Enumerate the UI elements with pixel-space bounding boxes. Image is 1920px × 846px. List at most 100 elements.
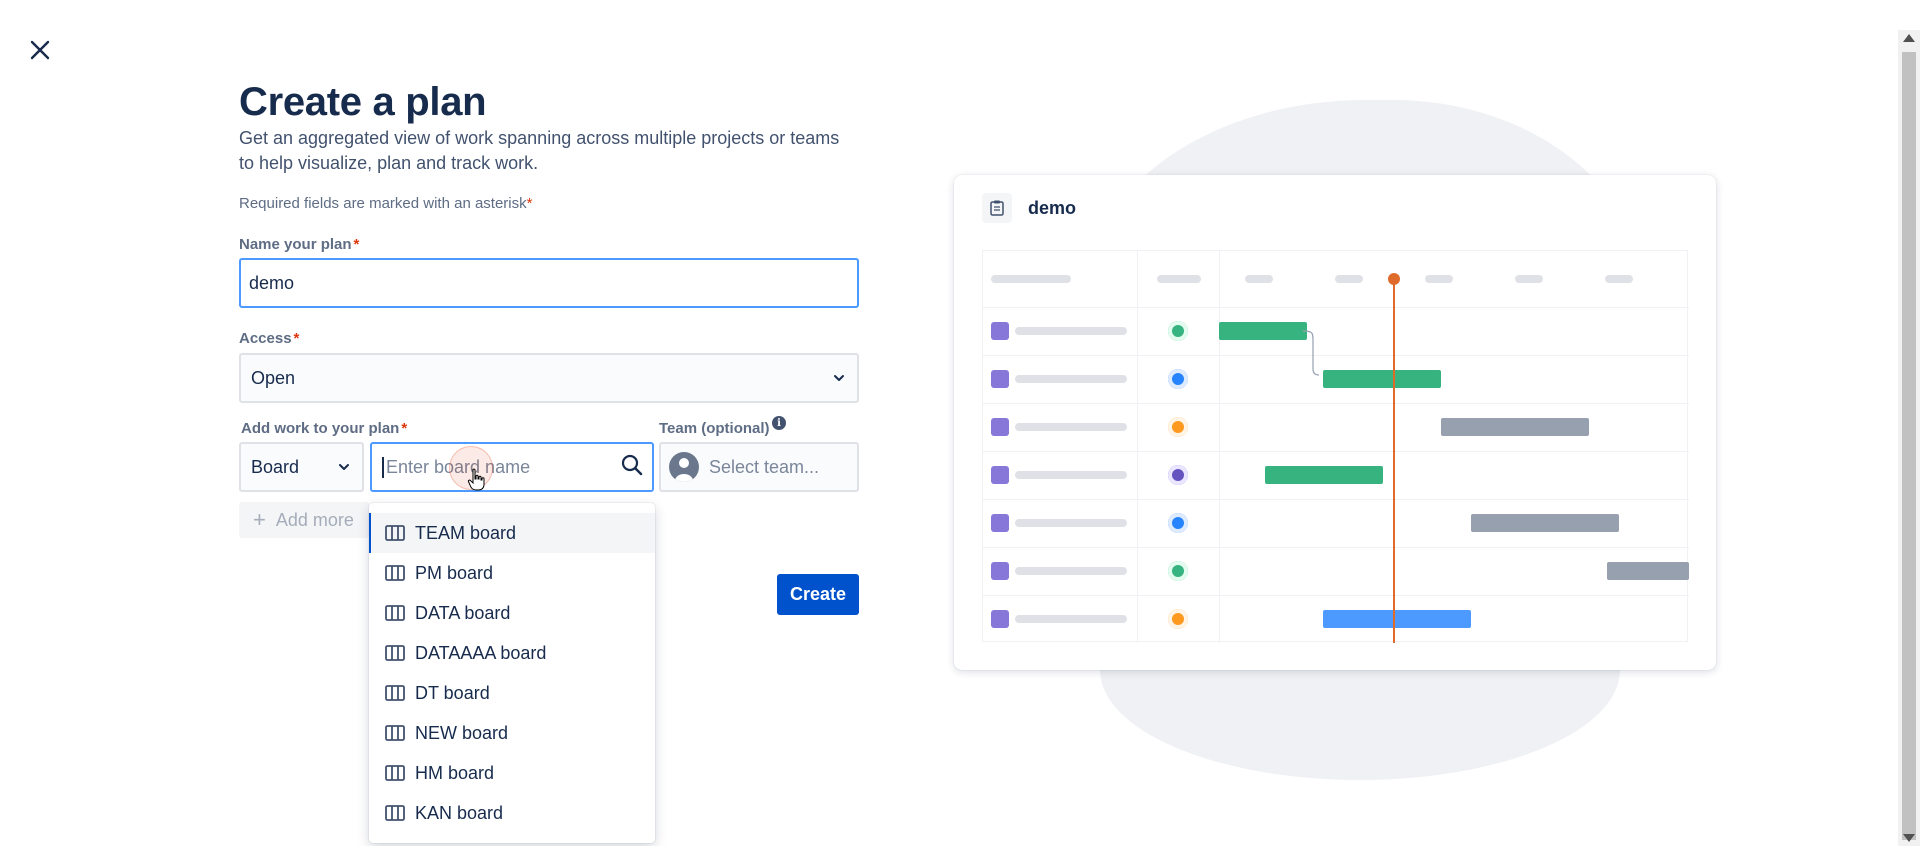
- plus-icon: +: [253, 507, 266, 532]
- board-option[interactable]: DT board: [369, 673, 655, 713]
- grid-divider: [983, 451, 1689, 452]
- grid-divider: [983, 499, 1689, 500]
- plan-name-value: demo: [249, 272, 295, 293]
- board-option-label: DT board: [415, 682, 490, 703]
- grid-divider: [1137, 251, 1138, 643]
- scroll-thumb[interactable]: [1902, 52, 1916, 840]
- board-option[interactable]: HM board: [369, 753, 655, 793]
- row-placeholder: [1015, 327, 1127, 335]
- chevron-down-icon: [834, 375, 844, 381]
- scroll-up-icon[interactable]: [1903, 34, 1915, 42]
- board-icon: [385, 565, 405, 581]
- board-option-label: KAN board: [415, 802, 504, 823]
- board-option-label: PM board: [415, 562, 494, 583]
- source-type-select[interactable]: Board: [239, 442, 364, 492]
- board-icon: [385, 525, 405, 541]
- team-label-text: Team (optional): [659, 420, 770, 437]
- avatar: [1168, 513, 1188, 533]
- page-title: Create a plan: [239, 80, 487, 124]
- grid-divider: [1219, 251, 1220, 643]
- create-button[interactable]: Create: [777, 574, 859, 615]
- board-option-label: HM board: [415, 762, 495, 783]
- name-label: Name your plan *: [239, 236, 359, 253]
- header-placeholder: [1157, 275, 1201, 283]
- asterisk: *: [353, 236, 360, 253]
- row-placeholder: [1015, 567, 1127, 575]
- asterisk: *: [401, 420, 408, 437]
- header-placeholder: [1335, 275, 1363, 283]
- header-placeholder: [1425, 275, 1453, 283]
- board-search-input[interactable]: [382, 456, 620, 478]
- grid-divider: [983, 403, 1689, 404]
- board-icon: [385, 605, 405, 621]
- issue-type-icon: [991, 370, 1009, 388]
- row-placeholder: [1015, 471, 1127, 479]
- today-marker-line: [1393, 279, 1395, 643]
- page-description: Get an aggregated view of work spanning …: [239, 128, 840, 173]
- board-option[interactable]: DATA board: [369, 593, 655, 633]
- board-option[interactable]: DATAAAA board: [369, 633, 655, 673]
- chevron-down-icon: [339, 464, 349, 470]
- timeline-bar: [1607, 562, 1689, 580]
- close-button[interactable]: [26, 36, 54, 64]
- scroll-down-icon[interactable]: [1903, 834, 1915, 842]
- info-icon[interactable]: i: [772, 416, 786, 430]
- add-more-label: Add more: [275, 509, 354, 530]
- header-placeholder: [1605, 275, 1633, 283]
- board-option-label: DATA board: [415, 602, 511, 623]
- issue-type-icon: [991, 562, 1009, 580]
- preview-plan-name: demo: [1028, 197, 1077, 218]
- grid-divider: [983, 355, 1689, 356]
- close-icon: [30, 40, 50, 60]
- board-icon: [385, 805, 405, 821]
- timeline-bar: [1441, 418, 1589, 436]
- board-option-label: DATAAAA board: [415, 642, 547, 663]
- access-label: Access *: [239, 330, 299, 347]
- board-option[interactable]: PM board: [369, 553, 655, 593]
- issue-type-icon: [991, 418, 1009, 436]
- issue-type-icon: [991, 610, 1009, 628]
- header-placeholder: [991, 275, 1071, 283]
- board-option[interactable]: NEW board: [369, 713, 655, 753]
- access-label-text: Access: [239, 330, 292, 347]
- team-avatar-icon: [669, 452, 699, 482]
- board-option[interactable]: TEAM board: [369, 513, 655, 553]
- required-fields-note: Required fields are marked with an aster…: [239, 195, 532, 212]
- row-placeholder: [1015, 615, 1127, 623]
- page-scrollbar[interactable]: [1898, 30, 1920, 846]
- row-placeholder: [1015, 375, 1127, 383]
- board-dropdown-menu: TEAM board PM board DATA board DATAAAA b…: [369, 503, 655, 843]
- issue-type-icon: [991, 514, 1009, 532]
- team-placeholder: Select team...: [709, 456, 820, 477]
- source-type-value: Board: [251, 456, 300, 477]
- grid-divider: [983, 595, 1689, 596]
- access-select[interactable]: Open: [239, 353, 859, 403]
- header-placeholder: [1245, 275, 1273, 283]
- avatar: [1168, 609, 1188, 629]
- grid-divider: [983, 547, 1689, 548]
- board-icon: [385, 645, 405, 661]
- timeline-grid: [982, 250, 1689, 643]
- add-work-label: Add work to your plan *: [241, 420, 407, 437]
- asterisk: *: [526, 195, 533, 212]
- team-select[interactable]: Select team...: [659, 442, 859, 492]
- issue-type-icon: [991, 322, 1009, 340]
- add-more-button[interactable]: + Add more: [239, 502, 369, 538]
- board-option-label: TEAM board: [415, 522, 517, 543]
- search-icon: [620, 453, 644, 482]
- timeline-bar: [1323, 370, 1441, 388]
- board-option[interactable]: KAN board: [369, 793, 655, 833]
- avatar: [1168, 465, 1188, 485]
- board-search-field[interactable]: [370, 442, 654, 492]
- add-work-label-text: Add work to your plan: [241, 420, 400, 437]
- board-icon: [385, 765, 405, 781]
- avatar: [1168, 369, 1188, 389]
- plan-icon: [982, 193, 1012, 223]
- board-icon: [385, 725, 405, 741]
- plan-name-input[interactable]: demo: [239, 258, 859, 308]
- plan-preview-card: demo: [954, 175, 1716, 670]
- asterisk: *: [293, 330, 300, 347]
- board-option-label: NEW board: [415, 722, 509, 743]
- access-value: Open: [251, 367, 296, 388]
- today-marker-dot: [1388, 273, 1400, 285]
